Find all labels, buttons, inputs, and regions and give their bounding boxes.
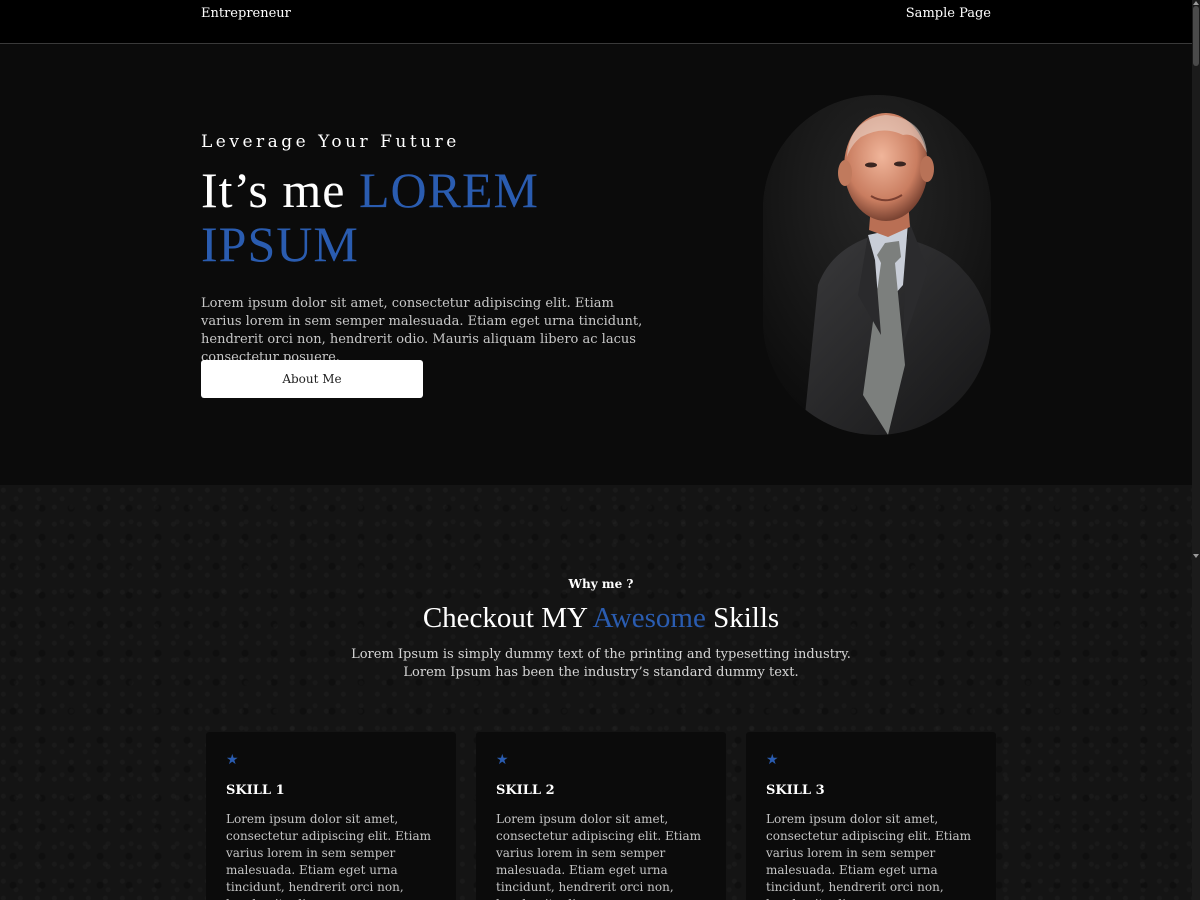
portrait-illustration xyxy=(763,95,991,435)
star-icon: ★ xyxy=(226,752,239,768)
scroll-up-arrow-icon[interactable] xyxy=(1193,1,1199,5)
skills-title-suffix: Skills xyxy=(705,602,780,634)
about-me-button[interactable]: About Me xyxy=(201,360,423,398)
site-brand-link[interactable]: Entrepreneur xyxy=(201,6,291,21)
skill-card: ★ SKILL 2 Lorem ipsum dolor sit amet, co… xyxy=(476,732,726,900)
star-icon: ★ xyxy=(496,752,509,768)
hero-section: Leverage Your Future It’s me LOREM IPSUM… xyxy=(0,45,1192,485)
site-header: Entrepreneur Sample Page xyxy=(0,0,1192,44)
skills-title-prefix: Checkout MY xyxy=(422,602,593,634)
skill-card: ★ SKILL 3 Lorem ipsum dolor sit amet, co… xyxy=(746,732,996,900)
skills-subtitle: Lorem Ipsum is simply dummy text of the … xyxy=(0,646,1200,682)
skills-eyebrow: Why me ? xyxy=(568,577,634,591)
skill-card: ★ SKILL 1 Lorem ipsum dolor sit amet, co… xyxy=(206,732,456,900)
hero-kicker: Leverage Your Future xyxy=(201,132,460,152)
nav-link-sample-page[interactable]: Sample Page xyxy=(906,6,991,21)
portrait-image xyxy=(763,95,991,435)
page-scrollbar[interactable] xyxy=(1192,0,1200,900)
skill-card-text: Lorem ipsum dolor sit amet, consectetur … xyxy=(226,812,431,900)
page: Entrepreneur Sample Page Leverage Your F… xyxy=(0,0,1200,900)
hero-title-prefix: It’s me xyxy=(201,162,359,218)
skill-card-title: SKILL 1 xyxy=(226,783,285,798)
skill-card-text: Lorem ipsum dolor sit amet, consectetur … xyxy=(766,812,971,900)
skills-title-highlight: Awesome xyxy=(592,602,706,634)
star-icon: ★ xyxy=(766,752,779,768)
skills-title: Checkout MY Awesome Skills xyxy=(0,602,1200,635)
scrollbar-thumb[interactable] xyxy=(1193,6,1199,66)
skill-card-title: SKILL 3 xyxy=(766,783,825,798)
scroll-down-arrow-icon[interactable] xyxy=(1193,554,1199,558)
skill-card-text: Lorem ipsum dolor sit amet, consectetur … xyxy=(496,812,701,900)
skills-subtitle-line-2: Lorem Ipsum has been the industry’s stan… xyxy=(403,665,799,680)
hero-title: It’s me LOREM IPSUM xyxy=(201,163,621,271)
skills-subtitle-line-1: Lorem Ipsum is simply dummy text of the … xyxy=(351,647,851,662)
hero-description: Lorem ipsum dolor sit amet, consectetur … xyxy=(201,296,643,365)
skills-section: Why me ? Checkout MY Awesome Skills Lore… xyxy=(0,485,1192,900)
skill-card-title: SKILL 2 xyxy=(496,783,555,798)
